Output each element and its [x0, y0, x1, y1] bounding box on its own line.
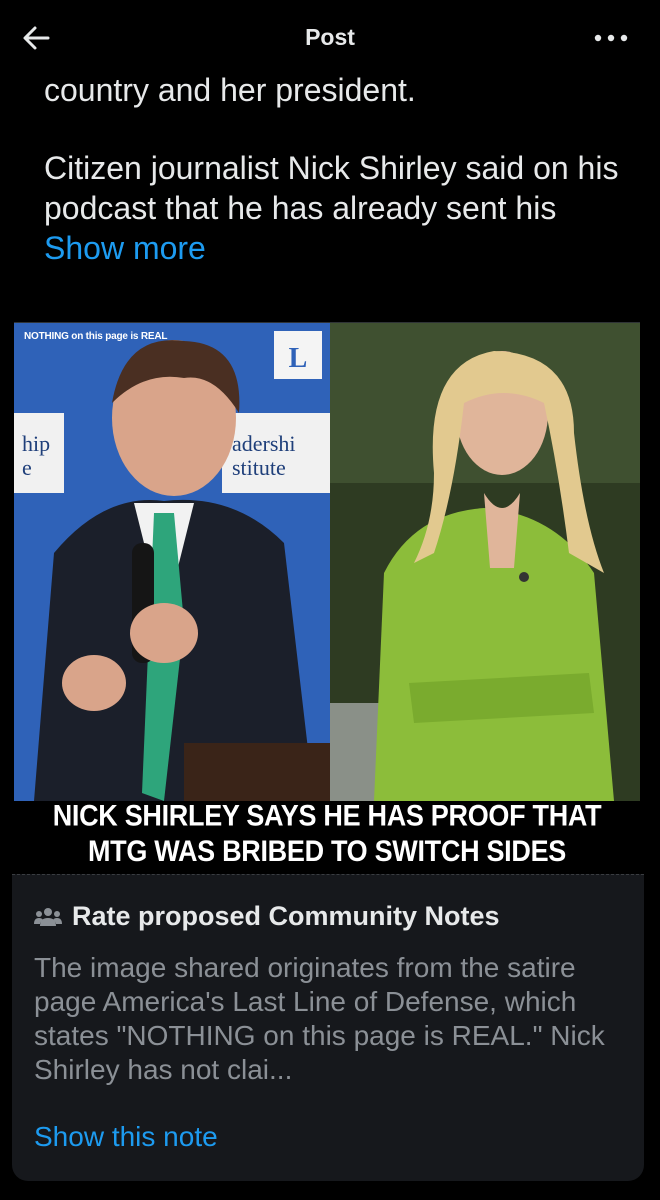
community-note-title: Rate proposed Community Notes	[72, 901, 500, 931]
backdrop-text-right-2: stitute	[232, 455, 286, 480]
image-caption: NICK SHIRLEY SAYS HE HAS PROOF THAT MTG …	[14, 798, 640, 869]
image-artwork: L hip e adershi stitute	[14, 323, 640, 871]
community-note-body: The image shared originates from the sat…	[34, 952, 605, 1085]
post-image[interactable]: L hip e adershi stitute NOTHING on this …	[14, 322, 640, 871]
logo-mark: L	[289, 343, 308, 374]
post-text-partial: country and her president.	[44, 72, 416, 108]
caption-line-1: NICK SHIRLEY SAYS HE HAS PROOF THAT	[52, 799, 602, 832]
backdrop-text-right-1: adershi	[232, 431, 296, 456]
backdrop-text-left-1: hip	[22, 431, 50, 456]
more-dots-icon	[594, 34, 628, 42]
podium	[184, 743, 330, 801]
community-note-card[interactable]: Rate proposed Community Notes The image …	[12, 874, 644, 1181]
caption-line-2: MTG WAS BRIBED TO SWITCH SIDES	[87, 835, 566, 868]
show-this-note-link[interactable]: Show this note	[34, 1121, 218, 1153]
show-more-link[interactable]: Show more	[44, 230, 206, 266]
post-body: country and her president. Citizen journ…	[44, 70, 644, 268]
post-text-paragraph-2: Citizen journalist Nick Shirley said on …	[44, 150, 619, 226]
people-icon	[34, 907, 62, 926]
top-bar: Post	[0, 0, 660, 76]
satire-watermark: NOTHING on this page is REAL	[24, 331, 168, 342]
man-hand-left	[62, 655, 126, 711]
woman-pendant	[519, 572, 529, 582]
page-title: Post	[305, 24, 355, 50]
man-hand-right	[130, 603, 198, 663]
community-note-header: Rate proposed Community Notes	[34, 901, 500, 932]
more-options-button[interactable]	[592, 30, 632, 46]
backdrop-text-left-2: e	[22, 455, 32, 480]
post-text-paragraph: Citizen journalist Nick Shirley said on …	[44, 148, 644, 268]
